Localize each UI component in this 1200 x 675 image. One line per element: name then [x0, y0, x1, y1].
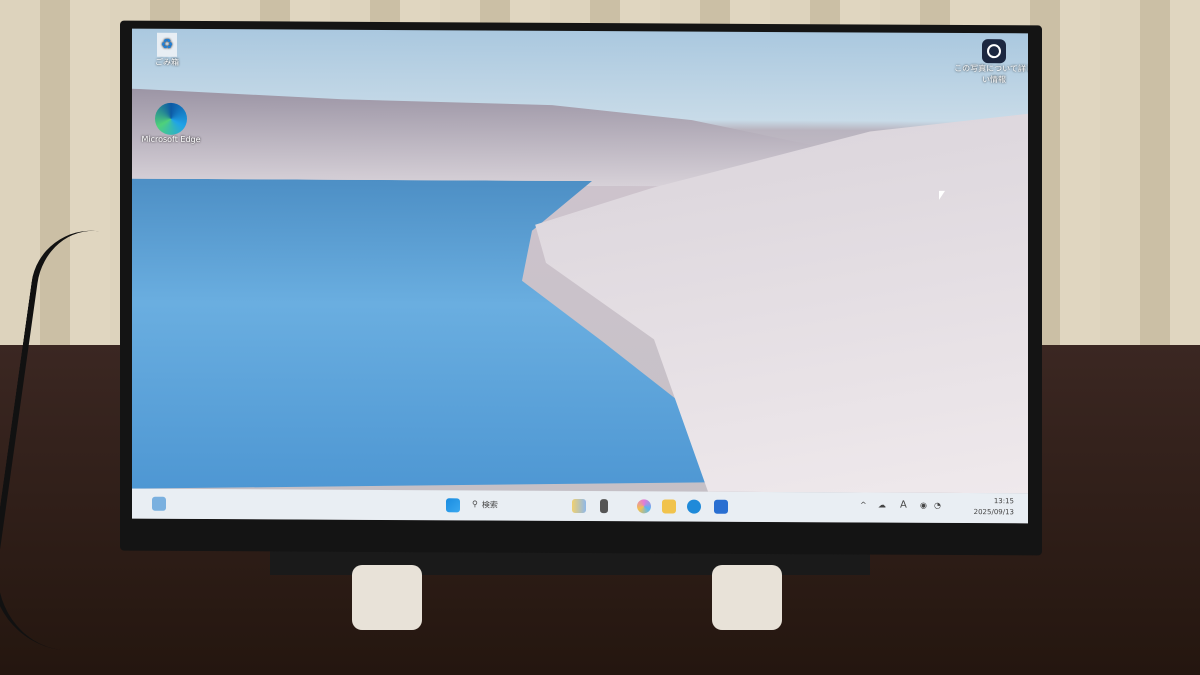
clock[interactable]: 13:15 2025/09/13 [974, 496, 1014, 518]
desktop-icon-edge[interactable]: Microsoft Edge [136, 102, 206, 144]
edge-icon [155, 102, 187, 135]
volume-icon[interactable]: ◔ [934, 501, 941, 510]
network-icon[interactable]: ◉ [920, 501, 927, 510]
monitor: ♻ ごみ箱 Microsoft Edge この写真について詳しい情報 ⚲ 検索 … [120, 20, 1042, 556]
tray-chevron-icon[interactable]: ^ [860, 500, 867, 509]
taskbar: ⚲ 検索 ^ ☁ A ◉ ◔ 13:15 2025/09/13 [132, 488, 1028, 524]
desktop-icon-recycle-bin[interactable]: ♻ ごみ箱 [132, 32, 202, 68]
recycle-bin-icon: ♻ [157, 32, 177, 57]
widgets-icon[interactable] [152, 496, 166, 511]
mouse-cursor [939, 190, 945, 200]
search-box[interactable]: ⚲ 検索 [472, 499, 498, 510]
taskbar-app-task-view[interactable] [600, 499, 608, 514]
taskbar-app-store[interactable] [714, 499, 728, 514]
desktop-screen: ♻ ごみ箱 Microsoft Edge この写真について詳しい情報 ⚲ 検索 … [132, 28, 1028, 524]
taskbar-app-widgets[interactable] [572, 498, 586, 514]
taskbar-app-edge[interactable] [687, 499, 701, 514]
taskbar-app-copilot[interactable] [637, 499, 651, 514]
spotlight-icon [982, 39, 1006, 64]
ime-indicator[interactable]: A [900, 500, 907, 511]
spotlight-info-button[interactable]: この写真について詳しい情報 [954, 39, 1028, 85]
monitor-stand-right [712, 565, 782, 630]
monitor-stand-left [352, 565, 422, 630]
search-icon: ⚲ [472, 499, 478, 509]
onedrive-icon[interactable]: ☁ [878, 501, 886, 510]
taskbar-app-file-explorer[interactable] [662, 499, 676, 514]
start-button[interactable] [446, 498, 460, 513]
